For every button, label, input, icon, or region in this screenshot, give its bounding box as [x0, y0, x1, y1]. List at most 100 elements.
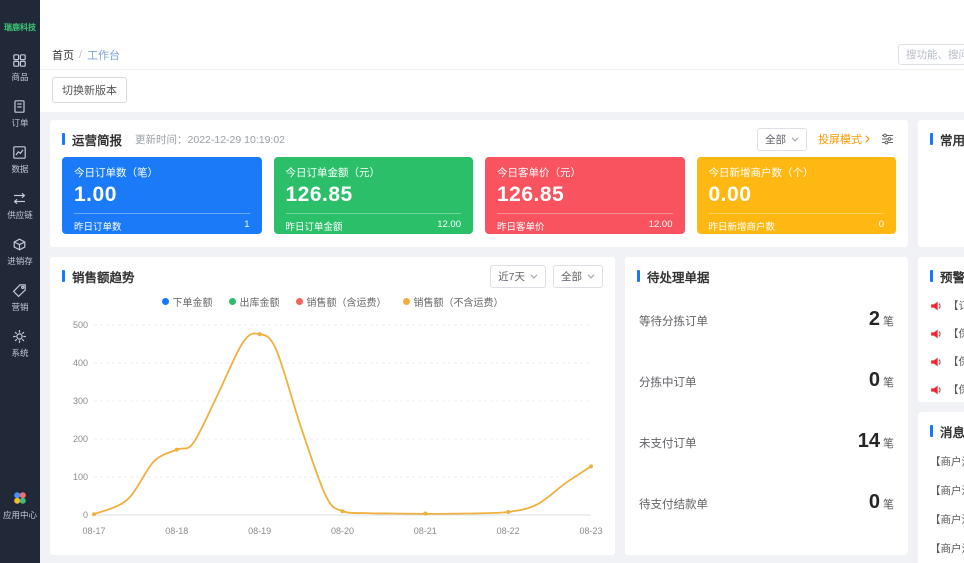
pending-unit: 笔: [883, 377, 894, 389]
card-title: 销售额趋势: [72, 267, 135, 286]
title-accent-bar: [930, 133, 933, 145]
alert-label: 【保质期】: [948, 354, 964, 369]
search-input[interactable]: [906, 49, 964, 61]
inventory-icon: [12, 237, 27, 252]
stat-sub-label: 昨日新增商户数: [709, 219, 776, 233]
legend-label: 下单金额: [173, 294, 213, 309]
alarm-icon: [930, 384, 942, 396]
stat-card-today-avg-price: 今日客单价（元） 126.85 昨日客单价12.00: [485, 157, 685, 234]
data-icon: [12, 145, 27, 160]
sidebar-item-label: 数据: [11, 163, 28, 175]
search-box[interactable]: [898, 44, 964, 65]
stat-card-new-merchants: 今日新增商户数（个） 0.00 昨日新增商户数0: [697, 157, 897, 234]
chevron-right-icon: [865, 135, 870, 143]
breadcrumb-home[interactable]: 首页: [52, 47, 74, 63]
sidebar: 瑞鹿科技 商品 订单 数据 供应链 进销存: [0, 0, 40, 563]
screen-mode-button[interactable]: 投屏模式: [818, 131, 870, 147]
pending-item-awaiting-sorting[interactable]: 等待分拣订单 2笔: [639, 308, 894, 331]
alert-label: 【保质期】: [948, 326, 964, 341]
sidebar-item-label: 系统: [11, 347, 28, 359]
sidebar-item-data[interactable]: 数据: [11, 145, 28, 175]
notice-item[interactable]: 【商户注册】: [930, 512, 964, 527]
svg-text:100: 100: [73, 472, 88, 482]
navbar: 首页 / 工作台 新手引导: [40, 40, 964, 70]
common-functions-card: 常用功能: [918, 120, 964, 247]
card-title: 预警信息: [940, 267, 964, 286]
title-accent-bar: [930, 425, 933, 437]
alert-item[interactable]: 【保质期】: [930, 382, 964, 397]
dashboard-content: 运营简报 更新时间：2022-12-29 10:19:02 全部 投屏模式: [40, 112, 964, 563]
alert-item[interactable]: 【保质期】: [930, 354, 964, 369]
switch-version-button[interactable]: 切换新版本: [52, 77, 127, 103]
svg-text:500: 500: [73, 320, 88, 330]
alert-label: 【保质期】: [948, 382, 964, 397]
alert-label: 【订单】: [948, 298, 964, 313]
second-row: 销售额趋势 近7天 全部 下单金额出库金额销售额（含运费）销售额（不: [50, 257, 908, 555]
alert-item[interactable]: 【订单】: [930, 298, 964, 313]
sidebar-item-label: 进销存: [7, 255, 33, 267]
stat-value: 126.85: [497, 183, 673, 207]
screen-mode-label: 投屏模式: [818, 131, 862, 147]
pending-item-sorting[interactable]: 分拣中订单 0笔: [639, 369, 894, 392]
sidebar-item-label: 营销: [11, 301, 28, 313]
notice-item[interactable]: 【商户注册】: [930, 541, 964, 556]
svg-text:08-21: 08-21: [414, 526, 437, 536]
select-value: 近7天: [498, 269, 525, 284]
stat-title: 今日订单数（笔）: [74, 165, 250, 180]
pending-list: 等待分拣订单 2笔 分拣中订单 0笔 未支付订单 14笔: [637, 285, 896, 545]
main-area: 首页 / 工作台 新手引导 切换新版本 运营简报: [40, 0, 964, 563]
breadcrumb: 首页 / 工作台: [52, 47, 120, 63]
notice-item[interactable]: 【商户注册】: [930, 454, 964, 469]
breadcrumb-current: 工作台: [87, 47, 120, 63]
pending-item-unpaid[interactable]: 未支付订单 14笔: [639, 430, 894, 453]
svg-text:400: 400: [73, 358, 88, 368]
alert-item[interactable]: 【保质期】: [930, 326, 964, 341]
sidebar-item-goods[interactable]: 商品: [11, 53, 28, 83]
trend-range-select[interactable]: 近7天: [490, 265, 546, 288]
legend-item[interactable]: 销售额（不含运费）: [403, 294, 504, 309]
updated-time: 更新时间：2022-12-29 10:19:02: [135, 132, 285, 147]
legend-dot: [403, 298, 410, 305]
legend-dot: [296, 298, 303, 305]
title-accent-bar: [930, 270, 933, 282]
trend-scope-select[interactable]: 全部: [553, 265, 603, 288]
legend-label: 出库金额: [240, 294, 280, 309]
filter-icon[interactable]: [879, 131, 896, 147]
sidebar-item-supply-chain[interactable]: 供应链: [7, 191, 33, 221]
pending-label: 未支付订单: [639, 435, 697, 451]
top-spacer: [40, 0, 964, 40]
pending-value: 14: [858, 430, 880, 452]
stat-card-today-orders: 今日订单数（笔） 1.00 昨日订单数1: [62, 157, 262, 234]
legend-item[interactable]: 销售额（含运费）: [296, 294, 387, 309]
title-accent-bar: [62, 270, 65, 282]
legend-item[interactable]: 下单金额: [162, 294, 213, 309]
sidebar-item-app-center[interactable]: 应用中心: [3, 490, 37, 521]
select-value: 全部: [765, 132, 786, 147]
stat-sub-value: 1: [244, 219, 249, 233]
sidebar-item-inventory[interactable]: 进销存: [7, 237, 33, 267]
legend-item[interactable]: 出库金额: [229, 294, 280, 309]
brief-scope-select[interactable]: 全部: [757, 128, 807, 151]
alarm-icon: [930, 300, 942, 312]
notice-item[interactable]: 【商户注册】: [930, 483, 964, 498]
pending-value: 0: [869, 369, 880, 391]
stat-cards-row: 今日订单数（笔） 1.00 昨日订单数1 今日订单金额（元） 126.85 昨日…: [62, 157, 896, 234]
card-title: 待处理单据: [647, 267, 710, 286]
chart-legend: 下单金额 出库金额 销售额（含运费） 销售额（不含运费）: [62, 294, 603, 309]
stat-value: 0.00: [709, 183, 885, 207]
sidebar-item-system[interactable]: 系统: [11, 329, 28, 359]
legend-dot: [162, 298, 169, 305]
stat-value: 1.00: [74, 183, 250, 207]
svg-text:08-23: 08-23: [579, 526, 602, 536]
stat-title: 今日新增商户数（个）: [709, 165, 885, 180]
pending-item-settlement[interactable]: 待支付结款单 0笔: [639, 491, 894, 514]
chevron-down-icon: [530, 274, 538, 279]
operation-brief-card: 运营简报 更新时间：2022-12-29 10:19:02 全部 投屏模式: [50, 120, 908, 247]
sidebar-item-orders[interactable]: 订单: [11, 99, 28, 129]
stat-sub-value: 12.00: [649, 219, 673, 233]
app-center-icon: [12, 490, 28, 506]
alarm-icon: [930, 356, 942, 368]
svg-text:08-17: 08-17: [82, 526, 105, 536]
sidebar-item-marketing[interactable]: 营销: [11, 283, 28, 313]
legend-label: 销售额（含运费）: [307, 294, 387, 309]
